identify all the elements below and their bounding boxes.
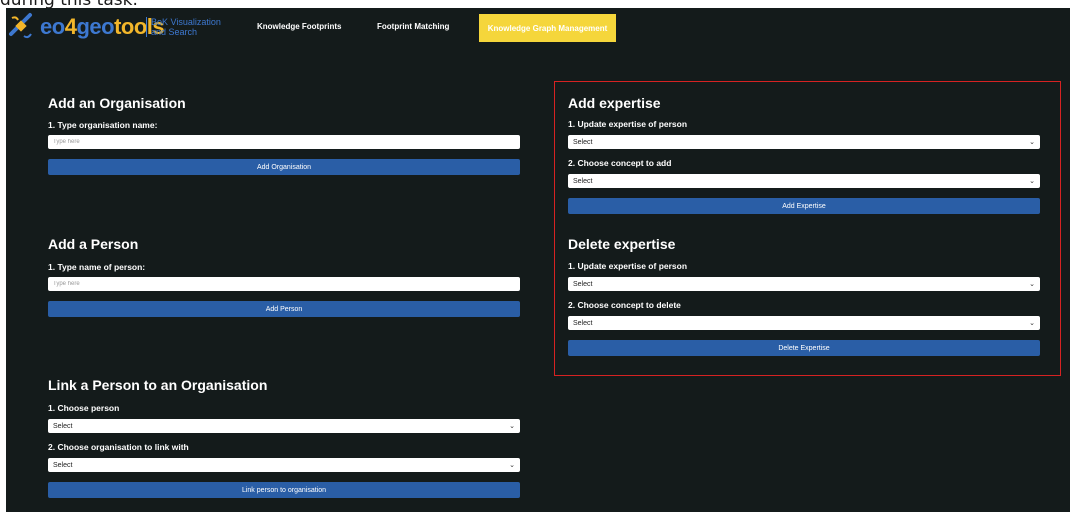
logo-eo: eo [40,14,65,39]
add-expertise-concept-select[interactable]: Select ⌄ [568,174,1040,188]
add-expertise-person-value: Select [573,138,593,146]
chevron-down-icon: ⌄ [509,422,515,430]
link-person-title: Link a Person to an Organisation [48,377,268,393]
link-person-button[interactable]: Link person to organisation [48,482,520,498]
add-person-title: Add a Person [48,236,139,252]
add-organisation-button[interactable]: Add Organisation [48,159,520,175]
delete-expertise-person-value: Select [573,280,593,288]
add-expertise-concept-value: Select [573,177,593,185]
add-expertise-title: Add expertise [568,95,661,111]
app-window: eo4geotools BoK Visualization and Search… [6,8,1070,512]
choose-person-select[interactable]: Select ⌄ [48,419,520,433]
delete-expertise-button[interactable]: Delete Expertise [568,340,1040,356]
add-expertise-concept-label: 2. Choose concept to add [568,158,672,168]
chevron-down-icon: ⌄ [1029,138,1035,146]
add-expertise-button[interactable]: Add Expertise [568,198,1040,214]
add-organisation-title: Add an Organisation [48,95,186,111]
chevron-down-icon: ⌄ [1029,319,1035,327]
organisation-name-input[interactable] [48,135,520,149]
nav-footprint-matching[interactable]: Footprint Matching [377,22,449,31]
delete-expertise-concept-label: 2. Choose concept to delete [568,300,681,310]
choose-person-label: 1. Choose person [48,403,120,413]
chevron-down-icon: ⌄ [1029,177,1035,185]
delete-expertise-concept-value: Select [573,319,593,327]
choose-person-value: Select [53,422,73,430]
chevron-down-icon: ⌄ [1029,280,1035,288]
instruction-caption: during this task. [0,0,138,10]
organisation-name-label: 1. Type organisation name: [48,120,158,130]
choose-organisation-value: Select [53,461,73,469]
add-expertise-person-label: 1. Update expertise of person [568,119,688,129]
choose-organisation-select[interactable]: Select ⌄ [48,458,520,472]
nav-knowledge-graph-management[interactable]: Knowledge Graph Management [479,14,616,42]
choose-organisation-label: 2. Choose organisation to link with [48,442,189,452]
logo-divider [146,17,147,37]
nav-knowledge-footprints[interactable]: Knowledge Footprints [257,22,341,31]
top-nav: eo4geotools BoK Visualization and Search… [6,8,1070,48]
person-name-label: 1. Type name of person: [48,262,146,272]
satellite-icon[interactable] [8,12,34,42]
person-name-input[interactable] [48,277,520,291]
brand-tagline: BoK Visualization and Search [151,17,221,37]
chevron-down-icon: ⌄ [509,461,515,469]
delete-expertise-person-label: 1. Update expertise of person [568,261,688,271]
delete-expertise-person-select[interactable]: Select ⌄ [568,277,1040,291]
add-person-button[interactable]: Add Person [48,301,520,317]
delete-expertise-title: Delete expertise [568,236,676,252]
logo-four: 4 [64,14,77,39]
delete-expertise-concept-select[interactable]: Select ⌄ [568,316,1040,330]
add-expertise-person-select[interactable]: Select ⌄ [568,135,1040,149]
logo-geo: geo [76,14,115,39]
